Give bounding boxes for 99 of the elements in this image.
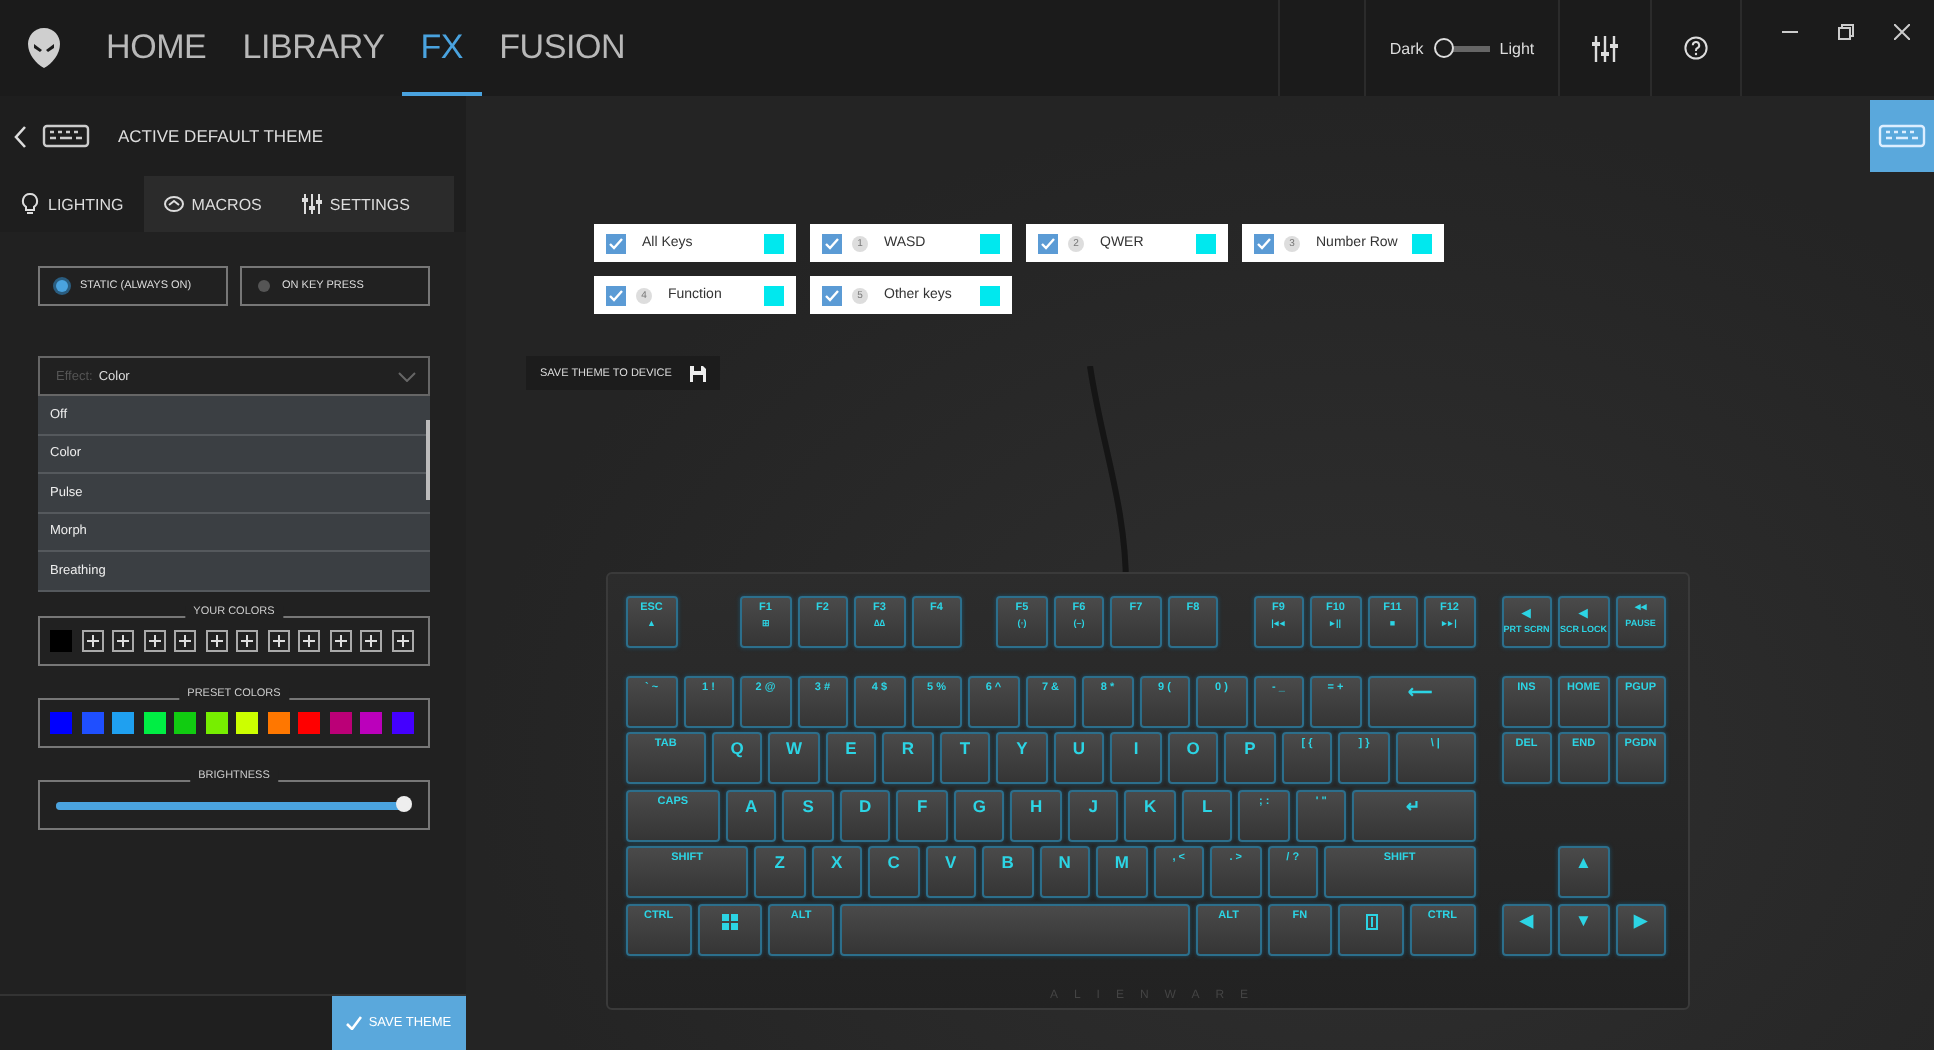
add-color-icon[interactable]	[391, 630, 413, 652]
color-swatch[interactable]	[112, 712, 134, 734]
keyboard-key[interactable]: ▼	[1558, 903, 1609, 955]
color-swatch[interactable]	[980, 233, 1000, 253]
keyboard-key[interactable]: Y	[996, 732, 1048, 784]
add-color-icon[interactable]	[112, 630, 134, 652]
add-color-icon[interactable]	[267, 630, 289, 652]
color-swatch[interactable]	[329, 712, 351, 734]
add-color-icon[interactable]	[360, 630, 382, 652]
keyboard-key[interactable]: E	[825, 732, 877, 784]
sliders-icon	[301, 192, 322, 216]
keyboard-key[interactable]: ▶	[1615, 903, 1666, 955]
checkbox[interactable]	[822, 285, 842, 305]
add-color-icon[interactable]	[298, 630, 320, 652]
color-swatch[interactable]	[764, 233, 784, 253]
keyboard-key[interactable]	[1338, 903, 1404, 955]
scrollbar[interactable]	[426, 420, 430, 500]
color-swatch[interactable]	[81, 712, 103, 734]
color-swatch[interactable]	[764, 285, 784, 305]
keyboard-key[interactable]: T	[939, 732, 991, 784]
checkbox[interactable]	[1254, 233, 1274, 253]
color-swatch[interactable]	[360, 712, 382, 734]
keyboard-icon	[42, 122, 90, 150]
lightbulb-icon	[20, 192, 40, 216]
keyboard-key[interactable]: W	[768, 732, 820, 784]
checkmark-icon	[346, 1016, 363, 1030]
keyboard-key[interactable]: N	[1039, 846, 1091, 898]
keyboard-key[interactable]: G	[953, 789, 1005, 841]
color-swatch[interactable]	[1196, 233, 1216, 253]
restore-icon[interactable]	[1838, 24, 1854, 40]
keyboard-key[interactable]: F	[896, 789, 948, 841]
sliders-icon[interactable]	[1592, 35, 1618, 61]
help-icon[interactable]	[1684, 36, 1708, 60]
color-swatch[interactable]	[174, 712, 196, 734]
macro-icon	[163, 192, 184, 216]
panel-tab[interactable]: SETTINGS	[281, 176, 454, 232]
keyboard-key[interactable]: R	[882, 732, 934, 784]
keyboard-key[interactable]: D	[839, 789, 891, 841]
keyboard-key[interactable]	[697, 903, 763, 955]
nav-tab[interactable]: LIBRARY	[224, 0, 403, 96]
chevron-down-icon	[398, 371, 416, 381]
four-squares-icon	[721, 913, 738, 929]
keyboard-key[interactable]: X	[811, 846, 863, 898]
color-swatch[interactable]	[50, 712, 72, 734]
color-swatch[interactable]	[267, 712, 289, 734]
checkbox[interactable]	[822, 233, 842, 253]
add-color-icon[interactable]	[236, 630, 258, 652]
theme-label: Dark	[1389, 39, 1424, 57]
add-color-icon[interactable]	[81, 630, 103, 652]
keyboard-key[interactable]: I	[1110, 732, 1162, 784]
keyboard-key[interactable]: U	[1053, 732, 1105, 784]
nav-tab[interactable]: HOME	[88, 0, 225, 96]
keyboard-key[interactable]: K	[1124, 789, 1176, 841]
add-color-icon[interactable]	[205, 630, 227, 652]
checkbox[interactable]	[606, 285, 626, 305]
keyboard-device-button[interactable]	[1870, 100, 1934, 172]
keyboard-key[interactable]: ⟵	[1367, 675, 1475, 727]
color-swatch[interactable]	[298, 712, 320, 734]
keyboard-key[interactable]: O	[1167, 732, 1219, 784]
nav-tab[interactable]: FUSION	[481, 0, 644, 96]
keyboard-key[interactable]: S	[782, 789, 834, 841]
keyboard-key[interactable]: C	[868, 846, 920, 898]
back-chevron-icon[interactable]	[14, 125, 26, 147]
keyboard-key[interactable]: H	[1010, 789, 1062, 841]
keyboard-key[interactable]: B	[982, 846, 1034, 898]
keyboard-key[interactable]: Z	[754, 846, 806, 898]
keyboard-key[interactable]: V	[925, 846, 977, 898]
color-swatch[interactable]	[205, 712, 227, 734]
theme-toggle[interactable]	[1433, 38, 1490, 58]
keyboard-key[interactable]: A	[725, 789, 777, 841]
color-swatch[interactable]	[236, 712, 258, 734]
color-swatch[interactable]	[980, 285, 1000, 305]
close-icon[interactable]	[1894, 24, 1910, 40]
theme-title: ACTIVE DEFAULT THEME	[118, 126, 323, 146]
keyboard-key[interactable]: Q	[711, 732, 763, 784]
keyboard-icon	[1878, 122, 1926, 150]
color-swatch[interactable]	[143, 712, 165, 734]
add-color-icon[interactable]	[329, 630, 351, 652]
checkbox[interactable]	[606, 233, 626, 253]
theme-label: Light	[1499, 39, 1535, 57]
panel-tab[interactable]: MACROS	[143, 176, 282, 232]
slider-thumb[interactable]	[396, 795, 413, 811]
color-swatch[interactable]	[391, 712, 413, 734]
square-icon	[1365, 913, 1378, 929]
keyboard-key[interactable]: J	[1067, 789, 1119, 841]
keyboard-key[interactable]: M	[1096, 846, 1148, 898]
keyboard-key[interactable]: ◀	[1501, 903, 1552, 955]
add-color-icon[interactable]	[143, 630, 165, 652]
color-swatch[interactable]	[1412, 233, 1432, 253]
add-color-icon[interactable]	[174, 630, 196, 652]
radio-dot[interactable]	[258, 280, 270, 292]
checkbox[interactable]	[1038, 233, 1058, 253]
keyboard-key[interactable]: P	[1224, 732, 1276, 784]
alien-head-icon	[28, 28, 60, 68]
radio-dot[interactable]	[56, 280, 68, 292]
keyboard-key[interactable]: ↵	[1352, 789, 1475, 841]
color-swatch[interactable]	[50, 630, 72, 652]
keyboard-key[interactable]: L	[1181, 789, 1233, 841]
keyboard-key[interactable]: ▲	[1558, 846, 1609, 898]
